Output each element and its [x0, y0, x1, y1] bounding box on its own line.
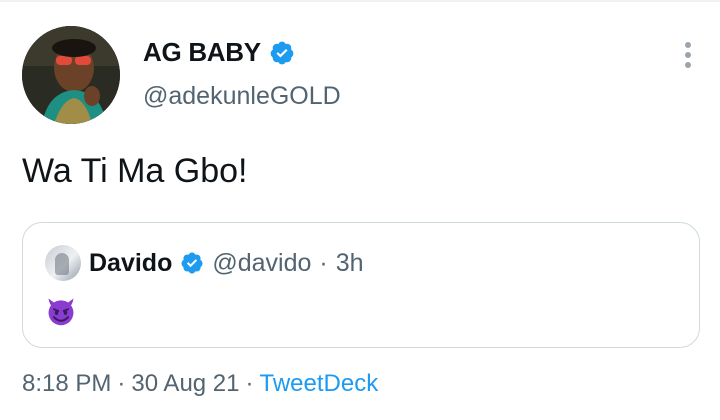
- more-dot: [685, 52, 691, 58]
- author-name-row[interactable]: AG BABY: [143, 37, 295, 68]
- tweet-text: Wa Ti Ma Gbo!: [22, 152, 248, 190]
- tweet-time[interactable]: 8:18 PM: [22, 370, 111, 398]
- top-divider: [0, 0, 720, 2]
- smiling-devil-emoji: [48, 298, 74, 326]
- quoted-tweet-header: Davido @davido · 3h: [45, 245, 364, 281]
- separator-dot: ·: [245, 370, 254, 397]
- quoted-author-handle[interactable]: @davido: [212, 249, 311, 278]
- verified-badge-icon: [270, 41, 294, 64]
- tweet-date[interactable]: 30 Aug 21: [131, 370, 239, 398]
- tweet-source-link[interactable]: TweetDeck: [260, 370, 379, 398]
- author-avatar[interactable]: [22, 26, 120, 124]
- author-display-name[interactable]: AG BABY: [143, 37, 261, 68]
- quoted-tweet-card[interactable]: Davido @davido · 3h: [22, 222, 700, 348]
- author-handle[interactable]: @adekunleGOLD: [143, 82, 341, 111]
- quoted-tweet-body: [45, 295, 77, 327]
- quoted-author-name[interactable]: Davido: [89, 249, 172, 278]
- author-avatar-image: [22, 26, 120, 124]
- separator-dot: ·: [319, 248, 328, 277]
- verified-badge-icon: [181, 252, 203, 274]
- more-options-icon[interactable]: [674, 38, 702, 72]
- separator-dot: ·: [117, 370, 126, 397]
- more-dot: [685, 62, 691, 68]
- quoted-tweet-time[interactable]: 3h: [336, 249, 364, 278]
- quoted-author-avatar[interactable]: [45, 245, 81, 281]
- tweet-meta: 8:18 PM · 30 Aug 21 · TweetDeck: [22, 370, 378, 398]
- more-dot: [685, 42, 691, 48]
